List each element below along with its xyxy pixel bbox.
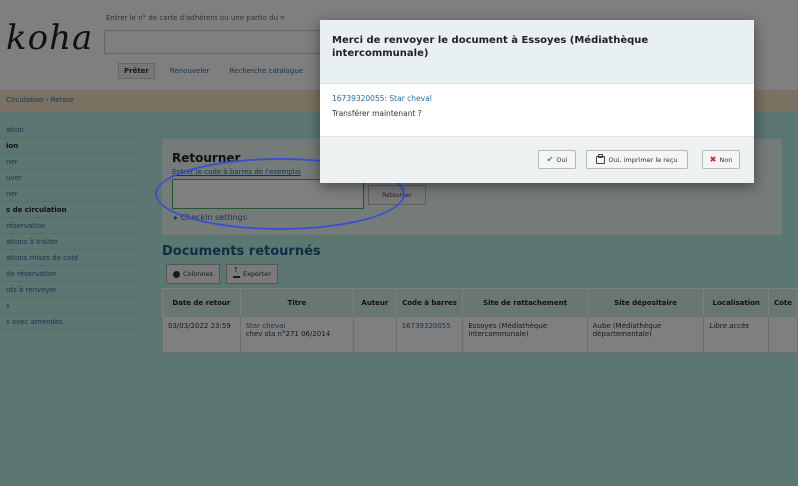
close-icon: ✖: [709, 155, 717, 164]
printer-icon: [596, 153, 606, 164]
check-icon: ✔: [546, 155, 554, 164]
modal-body: 16739320055: Star cheval Transférer main…: [332, 94, 432, 118]
modal-header: Merci de renvoyer le document à Essoyes …: [320, 20, 754, 84]
transfer-modal: Merci de renvoyer le document à Essoyes …: [320, 20, 754, 183]
yes-label: Oui: [556, 155, 568, 164]
modal-footer: ✔ Oui Oui, imprimer le reçu ✖ Non: [320, 136, 754, 183]
item-link[interactable]: 16739320055: Star cheval: [332, 94, 432, 103]
modal-title: Merci de renvoyer le document à Essoyes …: [332, 35, 649, 59]
yes-button[interactable]: ✔ Oui: [538, 150, 576, 169]
yes-print-label: Oui, imprimer le reçu: [608, 155, 678, 164]
no-label: Non: [719, 155, 733, 164]
no-button[interactable]: ✖ Non: [702, 150, 740, 169]
transfer-question: Transférer maintenant ?: [332, 109, 422, 118]
yes-print-button[interactable]: Oui, imprimer le reçu: [586, 150, 688, 169]
